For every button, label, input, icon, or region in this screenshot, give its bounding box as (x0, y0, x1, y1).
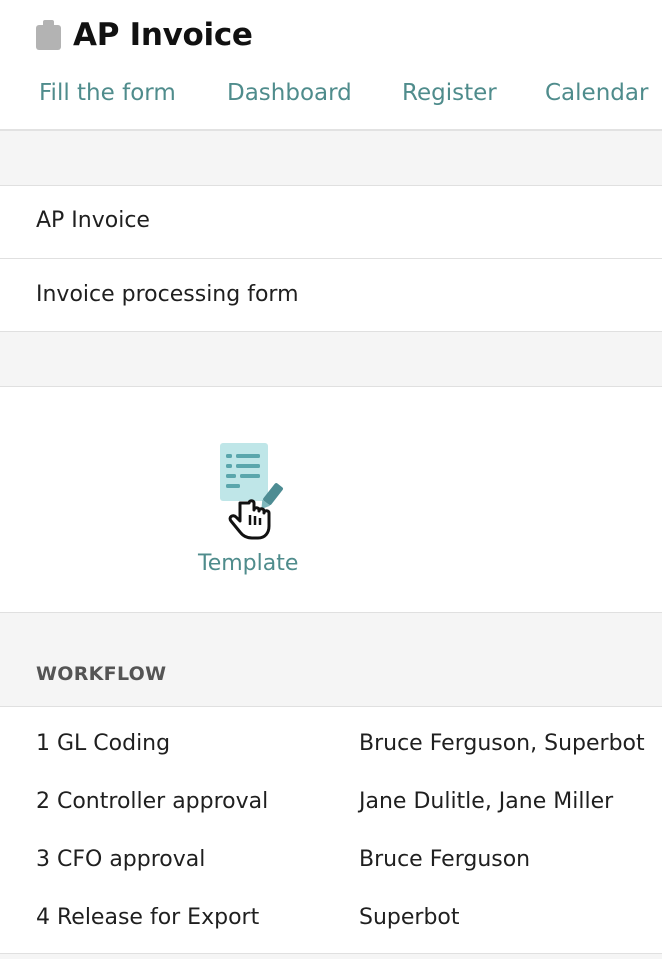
workflow-step-users: Jane Dulitle, Jane Miller (359, 789, 614, 814)
app-header: AP Invoice Fill the form Dashboard Regis… (0, 0, 662, 131)
tab-calendar[interactable]: Calendar (545, 80, 648, 106)
template-document-icon (220, 443, 290, 565)
workflow-step-name: 3 CFO approval (36, 847, 206, 872)
form-name: AP Invoice (36, 208, 150, 233)
workflow-header-band (0, 613, 662, 707)
workflow-step-name: 4 Release for Export (36, 905, 260, 930)
workflow-step-row: 1 GL Coding Bruce Ferguson, Superbot (0, 717, 662, 775)
workflow-step-name: 2 Controller approval (36, 789, 269, 814)
tab-fill-the-form[interactable]: Fill the form (39, 80, 176, 106)
workflow-step-row: 2 Controller approval Jane Dulitle, Jane… (0, 775, 662, 833)
section-spacer (0, 332, 662, 387)
workflow-step-users: Bruce Ferguson (359, 847, 531, 872)
form-name-row: AP Invoice (0, 186, 662, 259)
tab-register[interactable]: Register (402, 80, 497, 106)
workflow-step-row: 3 CFO approval Bruce Ferguson (0, 833, 662, 891)
clipboard-icon (36, 20, 61, 50)
workflow-heading: WORKFLOW (36, 663, 167, 685)
template-section: Template (0, 387, 662, 613)
template-button[interactable]: Template (190, 437, 310, 587)
workflow-step-row: 4 Release for Export Superbot (0, 891, 662, 949)
tab-dashboard[interactable]: Dashboard (227, 80, 352, 106)
workflow-step-users: Superbot (359, 905, 460, 930)
page-title: AP Invoice (73, 17, 253, 53)
workflow-step-users: Bruce Ferguson, Superbot (359, 731, 645, 756)
form-description: Invoice processing form (36, 282, 299, 307)
workflow-step-name: 1 GL Coding (36, 731, 171, 756)
template-label[interactable]: Template (198, 551, 298, 576)
form-description-row: Invoice processing form (0, 259, 662, 332)
tab-bar: Fill the form Dashboard Register Calenda… (0, 80, 662, 114)
section-spacer (0, 131, 662, 186)
footer-band (0, 953, 662, 959)
title-row: AP Invoice (36, 14, 253, 56)
